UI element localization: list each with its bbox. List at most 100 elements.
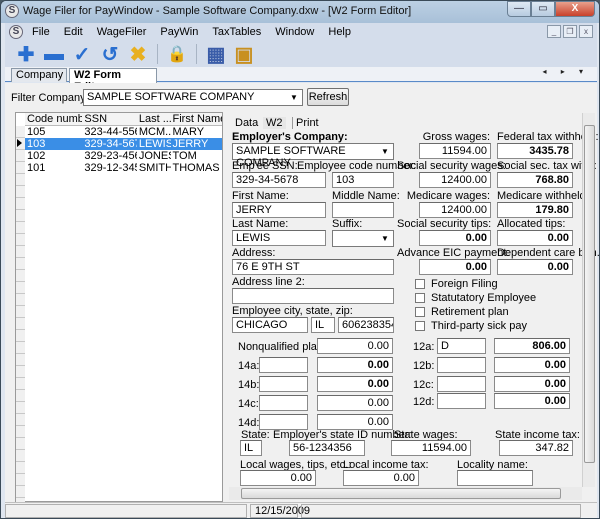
chevron-down-icon[interactable]: ▼ (288, 91, 300, 104)
minus-icon[interactable]: ▬ (43, 43, 65, 65)
col-first-name[interactable]: First Name (171, 113, 222, 125)
checkbox-box[interactable] (415, 321, 425, 331)
box-12d-amount[interactable]: 0.00 (494, 393, 570, 409)
box-14a-amount[interactable]: 0.00 (317, 357, 393, 373)
menu-file[interactable]: File (25, 26, 57, 38)
medicare-withheld-field[interactable]: 179.80 (497, 202, 573, 218)
eic-field[interactable]: 0.00 (419, 259, 491, 275)
menu-edit[interactable]: Edit (57, 26, 90, 38)
local-wages-field[interactable]: 0.00 (240, 470, 316, 486)
mdi-restore-button[interactable]: ❐ (563, 25, 577, 38)
middle-name-field[interactable] (332, 202, 394, 218)
maximize-button[interactable]: ▭ (531, 1, 555, 17)
alloc-tips-field[interactable]: 0.00 (497, 230, 573, 246)
gross-wages-field[interactable]: 11594.00 (419, 143, 491, 159)
close-button[interactable]: X (555, 1, 595, 17)
city-field[interactable]: CHICAGO (232, 317, 308, 333)
tab-company[interactable]: Company (11, 68, 67, 82)
refresh-button[interactable]: Refresh (307, 88, 349, 106)
box-14d-amount[interactable]: 0.00 (317, 414, 393, 430)
checkbox-box[interactable] (415, 279, 425, 289)
fed-tax-field[interactable]: 3435.78 (497, 143, 573, 159)
medicare-wages-field[interactable]: 12400.00 (419, 202, 491, 218)
checkmark-icon[interactable]: ✓ (71, 43, 93, 66)
box-14a-code[interactable] (259, 357, 308, 373)
form-close-icon[interactable]: ▣ (233, 43, 255, 66)
form-save-icon[interactable]: ▦ (205, 43, 227, 66)
box-14c-amount[interactable]: 0.00 (317, 395, 393, 411)
menu-window[interactable]: Window (268, 26, 321, 38)
state-income-tax-field[interactable]: 347.82 (499, 440, 573, 456)
checkbox-box[interactable] (415, 307, 425, 317)
table-row[interactable]: 102 329-23-4567 JONES TOM (25, 150, 222, 162)
chevron-down-icon[interactable]: ▼ (379, 145, 391, 158)
box-12a-amount[interactable]: 806.00 (494, 338, 570, 354)
horizontal-scrollbar[interactable] (229, 487, 582, 500)
tab-w2-form-editor[interactable]: W2 Form Editor (69, 68, 157, 93)
box-12b-code[interactable] (437, 357, 486, 373)
mdi-close-button[interactable]: x (579, 25, 593, 38)
first-name-field[interactable]: JERRY (232, 202, 326, 218)
employer-company-select[interactable]: SAMPLE SOFTWARE COMPANY ▼ (232, 143, 394, 169)
table-row[interactable]: 101 329-12-3456 SMITH THOMAS (25, 162, 222, 174)
state-field[interactable]: IL (311, 317, 335, 333)
retirement-plan-checkbox[interactable]: Retirement plan (415, 306, 509, 318)
undo-icon[interactable]: ↺ (99, 43, 121, 66)
checkbox-box[interactable] (415, 293, 425, 303)
box-12c-code[interactable] (437, 376, 486, 392)
box-14d-code[interactable] (259, 414, 308, 430)
statutory-employee-checkbox[interactable]: Statutatory Employee (415, 292, 536, 304)
local-income-tax-field[interactable]: 0.00 (343, 470, 419, 486)
last-name-field[interactable]: LEWIS (232, 230, 326, 246)
state-id-field[interactable]: 56-1234356 (289, 440, 365, 456)
state-wages-field[interactable]: 11594.00 (391, 440, 471, 456)
box-12d-code[interactable] (437, 393, 486, 409)
dep-care-field[interactable]: 0.00 (497, 259, 573, 275)
subtab-data[interactable]: Data (235, 117, 258, 129)
cell-last: MCM... (138, 126, 171, 138)
box-12c-amount[interactable]: 0.00 (494, 376, 570, 392)
tab-navigation[interactable]: ◂ ▸ ▾ (543, 67, 590, 76)
table-row-selected[interactable]: 103 329-34-5678 LEWIS JERRY (25, 138, 222, 150)
subtab-w2[interactable]: W2 (263, 117, 286, 129)
nonqualified-plans-field[interactable]: 0.00 (317, 338, 393, 354)
locality-name-field[interactable] (457, 470, 533, 486)
delete-icon[interactable]: ✖ (127, 43, 149, 66)
ss-tips-field[interactable]: 0.00 (419, 230, 491, 246)
ss-wages-field[interactable]: 12400.00 (419, 172, 491, 188)
menu-wagefiler[interactable]: WageFiler (90, 26, 154, 38)
ss-tax-field[interactable]: 768.80 (497, 172, 573, 188)
zip-field[interactable]: 606238354 (338, 317, 394, 333)
suffix-select[interactable]: ▼ (332, 230, 394, 247)
col-ssn[interactable]: SSN (82, 113, 136, 125)
vertical-scroll-thumb[interactable] (584, 125, 595, 463)
address2-field[interactable] (232, 288, 394, 304)
third-party-sick-pay-checkbox[interactable]: Third-party sick pay (415, 320, 527, 332)
foreign-filing-checkbox[interactable]: Foreign Filing (415, 278, 498, 290)
ssn-field[interactable]: 329-34-5678 (232, 172, 326, 188)
menu-taxtables[interactable]: TaxTables (205, 26, 268, 38)
col-code-number[interactable]: Code number (25, 113, 82, 125)
plus-icon[interactable]: ✚ (15, 43, 37, 66)
box-14b-amount[interactable]: 0.00 (317, 376, 393, 392)
menu-paywin[interactable]: PayWin (153, 26, 205, 38)
minimize-button[interactable]: — (507, 1, 531, 17)
box-14c-code[interactable] (259, 395, 308, 411)
code-field[interactable]: 103 (332, 172, 394, 188)
table-row[interactable]: 105 323-44-5567 MCM... MARY (25, 126, 222, 138)
vertical-scrollbar[interactable] (582, 113, 595, 487)
col-last-name[interactable]: Last ... (137, 113, 171, 125)
chevron-down-icon[interactable]: ▼ (379, 232, 391, 245)
horizontal-scroll-thumb[interactable] (241, 488, 561, 499)
box-14b-code[interactable] (259, 376, 308, 392)
menu-help[interactable]: Help (321, 26, 358, 38)
lock-icon[interactable]: 🔒 (166, 43, 188, 65)
filter-company-select[interactable]: SAMPLE SOFTWARE COMPANY ▼ (83, 89, 303, 106)
box-12a-code[interactable]: D (437, 338, 486, 354)
box-12b-amount[interactable]: 0.00 (494, 357, 570, 373)
mdi-minimize-button[interactable]: _ (547, 25, 561, 38)
mdi-app-icon[interactable]: S (9, 25, 23, 39)
address-field[interactable]: 76 E 9TH ST (232, 259, 394, 275)
state-code-field[interactable]: IL (240, 440, 262, 456)
subtab-print[interactable]: Print (292, 117, 319, 129)
